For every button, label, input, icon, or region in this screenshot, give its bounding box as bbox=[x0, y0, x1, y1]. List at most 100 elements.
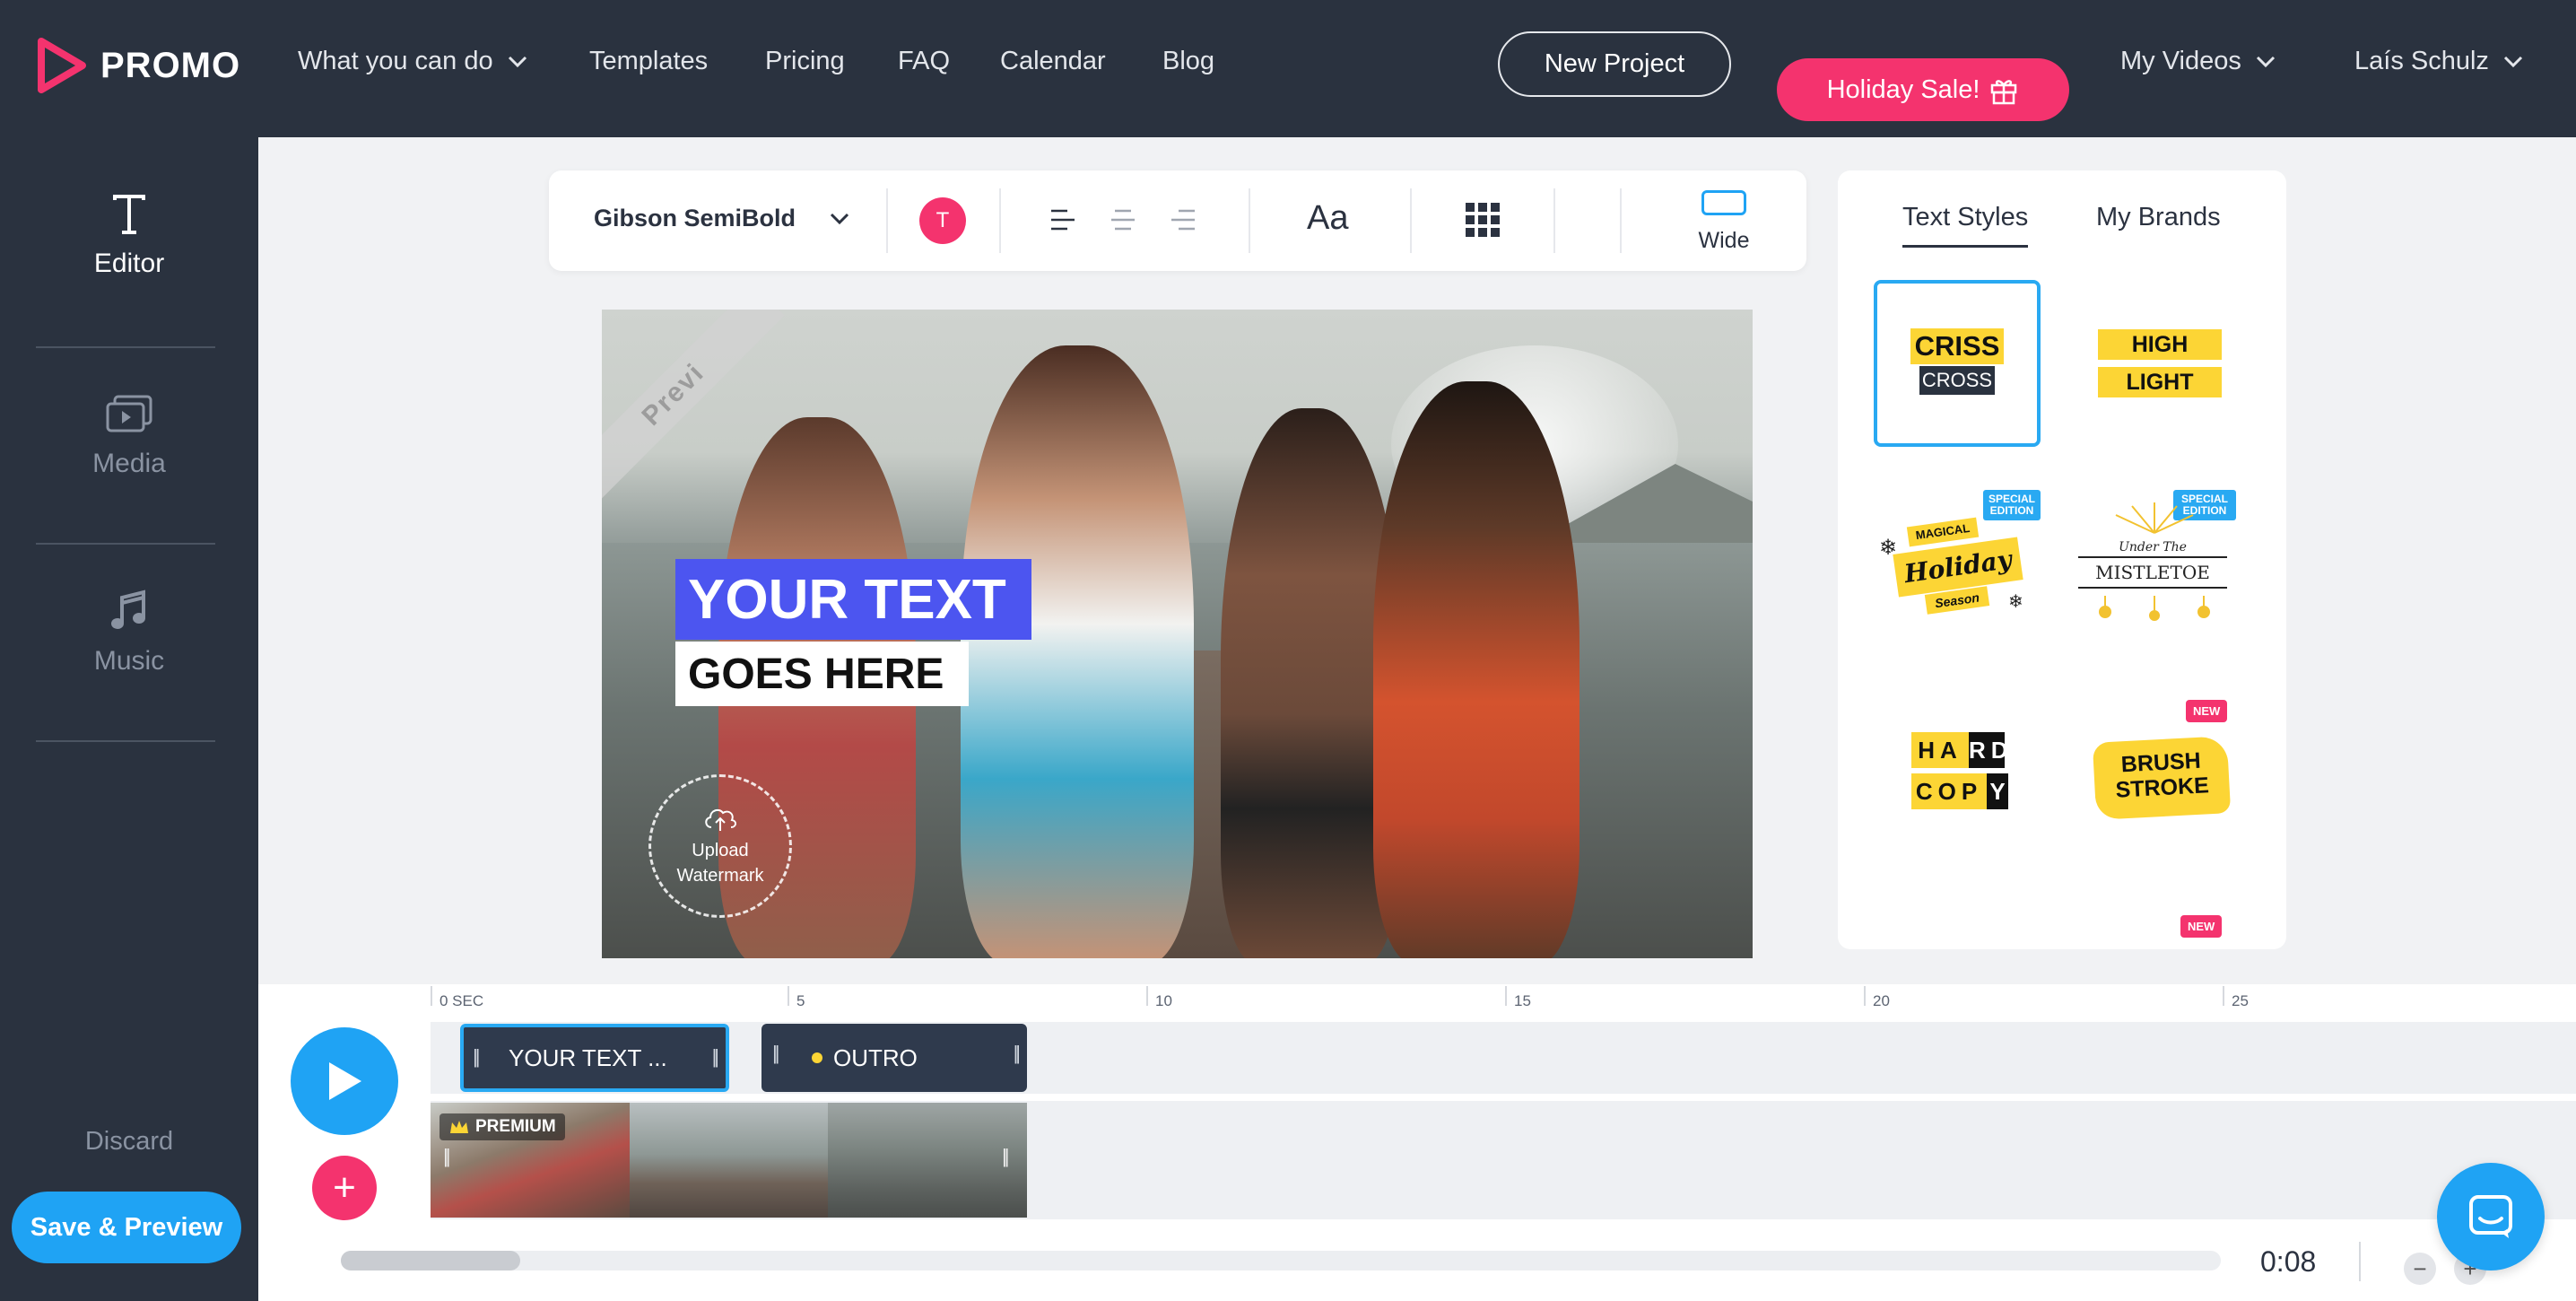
my-videos-menu[interactable]: My Videos bbox=[2120, 47, 2276, 76]
new-project-button[interactable]: New Project bbox=[1498, 31, 1731, 97]
font-name: Gibson SemiBold bbox=[594, 205, 796, 231]
toolbar-divider bbox=[1553, 188, 1555, 253]
tab-text-styles[interactable]: Text Styles bbox=[1902, 203, 2029, 248]
style-line-2: LIGHT bbox=[2098, 367, 2222, 397]
aspect-ratio-button[interactable]: Wide bbox=[1679, 190, 1769, 254]
discard-button[interactable]: Discard bbox=[0, 1127, 258, 1157]
ruler-label: 20 bbox=[1873, 992, 1890, 1009]
zoom-out-button[interactable]: − bbox=[2404, 1253, 2436, 1285]
current-time: 0:08 bbox=[2260, 1245, 2317, 1278]
drag-handle-icon[interactable]: || bbox=[1002, 1145, 1010, 1168]
nav-pricing[interactable]: Pricing bbox=[765, 47, 845, 76]
upload-watermark-button[interactable]: Upload Watermark bbox=[648, 774, 792, 918]
tab-my-brands[interactable]: My Brands bbox=[2096, 203, 2221, 232]
gift-icon bbox=[1991, 80, 2017, 105]
ornaments-icon bbox=[2099, 596, 2210, 621]
chat-support-button[interactable] bbox=[2437, 1163, 2545, 1270]
premium-badge: PREMIUM bbox=[439, 1113, 565, 1140]
person bbox=[961, 345, 1194, 958]
special-edition-badge: SPECIAL EDITION bbox=[1983, 490, 2041, 520]
font-size-button[interactable]: Aa bbox=[1307, 199, 1348, 238]
chevron-down-icon bbox=[2503, 56, 2522, 67]
style-criss-cross[interactable]: CRISS CROSS bbox=[1874, 280, 2041, 447]
crown-icon bbox=[450, 1121, 468, 1133]
scrollbar-thumb[interactable] bbox=[341, 1251, 520, 1270]
style-mistletoe[interactable]: SPECIAL EDITION Under The MISTLETOE bbox=[2069, 490, 2236, 657]
drag-handle-icon[interactable]: || bbox=[1014, 1042, 1022, 1065]
font-selector[interactable]: Gibson SemiBold bbox=[594, 205, 849, 232]
nav-label: Blog bbox=[1162, 47, 1215, 75]
sidebar-divider bbox=[36, 543, 215, 545]
style-holiday-season[interactable]: SPECIAL EDITION MAGICAL Holiday Season ❄… bbox=[1874, 490, 2041, 657]
nav-faq[interactable]: FAQ bbox=[898, 47, 950, 76]
nav-label: Calendar bbox=[1000, 47, 1106, 75]
ruler-label: 15 bbox=[1514, 992, 1531, 1009]
chat-icon bbox=[2469, 1195, 2512, 1238]
video-preview[interactable]: Previ YOUR TEXT GOES HERE Upload Waterma… bbox=[602, 310, 1753, 958]
drag-handle-icon[interactable]: || bbox=[712, 1045, 720, 1069]
outro-dot bbox=[812, 1052, 822, 1063]
brand-name: PROMO bbox=[100, 45, 241, 85]
nav-label: FAQ bbox=[898, 47, 951, 75]
top-navigation: PROMO What you can do Templates Pricing … bbox=[0, 0, 2576, 137]
nav-calendar[interactable]: Calendar bbox=[1000, 47, 1106, 76]
chevron-down-icon bbox=[508, 56, 527, 67]
holiday-sale-button[interactable]: Holiday Sale! bbox=[1777, 58, 2069, 121]
drag-handle-icon[interactable]: || bbox=[443, 1145, 451, 1168]
media-icon bbox=[106, 395, 152, 432]
sidebar-item-editor[interactable]: Editor bbox=[0, 193, 258, 279]
style-line-1: HIGH bbox=[2098, 329, 2222, 360]
style-hard-copy[interactable]: HA RD COP Y bbox=[1874, 700, 2041, 867]
grid-layout-icon[interactable] bbox=[1464, 201, 1501, 239]
promo-logo[interactable]: PROMO bbox=[36, 38, 240, 93]
align-center-icon[interactable] bbox=[1110, 208, 1136, 231]
chevron-down-icon bbox=[830, 213, 849, 224]
sidebar-item-music[interactable]: Music bbox=[0, 589, 258, 677]
outro-clip[interactable]: || OUTRO || bbox=[761, 1024, 1027, 1092]
aspect-ratio-label: Wide bbox=[1698, 228, 1750, 253]
toolbar-divider bbox=[1410, 188, 1412, 253]
play-button[interactable] bbox=[291, 1027, 398, 1135]
ruler-tick bbox=[1864, 986, 1866, 1006]
logo-icon bbox=[38, 38, 86, 93]
nav-what-you-can-do[interactable]: What you can do bbox=[298, 47, 527, 76]
text-clip[interactable]: || YOUR TEXT ... || bbox=[460, 1024, 729, 1092]
sidebar-item-label: Music bbox=[93, 646, 165, 676]
align-left-icon[interactable] bbox=[1049, 208, 1076, 231]
save-preview-button[interactable]: Save & Preview bbox=[12, 1192, 241, 1263]
ruler-tick bbox=[1146, 986, 1148, 1006]
style-brush-stroke[interactable]: NEW BRUSH STROKE bbox=[2069, 700, 2236, 867]
sale-label: Holiday Sale! bbox=[1826, 74, 1980, 104]
ruler-tick bbox=[788, 986, 789, 1006]
brush-stroke-text: BRUSH STROKE bbox=[2093, 747, 2231, 804]
headline-text-line-1[interactable]: YOUR TEXT bbox=[675, 559, 1031, 640]
premium-label: PREMIUM bbox=[475, 1117, 556, 1136]
timeline-scrollbar[interactable] bbox=[341, 1251, 2221, 1270]
add-track-button[interactable]: + bbox=[312, 1156, 377, 1220]
nav-templates[interactable]: Templates bbox=[589, 47, 708, 76]
headline-text-line-2[interactable]: GOES HERE bbox=[675, 642, 970, 706]
chevron-down-icon bbox=[2256, 56, 2275, 67]
style-line-1: Under The bbox=[2119, 540, 2187, 554]
text-color-picker[interactable]: T bbox=[919, 197, 966, 244]
sidebar-item-media[interactable]: Media bbox=[0, 393, 258, 479]
sidebar-item-label: Media bbox=[92, 449, 166, 478]
new-badge: NEW bbox=[2180, 915, 2223, 938]
snowflake-icon: ❄ bbox=[1879, 536, 1898, 560]
ruler-label: 10 bbox=[1155, 992, 1172, 1009]
toolbar-divider bbox=[1249, 188, 1250, 253]
drag-handle-icon[interactable]: || bbox=[473, 1045, 481, 1069]
ruler-tick bbox=[1505, 986, 1507, 1006]
user-menu[interactable]: Laís Schulz bbox=[2354, 47, 2523, 76]
style-line-2: CROSS bbox=[1919, 366, 1995, 395]
sidebar-divider bbox=[36, 346, 215, 348]
person bbox=[1373, 381, 1580, 958]
ruler-label: 25 bbox=[2232, 992, 2249, 1009]
nav-blog[interactable]: Blog bbox=[1162, 47, 1214, 76]
style-highlight[interactable]: HIGH LIGHT bbox=[2069, 280, 2236, 447]
style-line-1: MAGICAL bbox=[1906, 517, 1980, 547]
toolbar-divider bbox=[1620, 188, 1622, 253]
drag-handle-icon[interactable]: || bbox=[772, 1042, 780, 1065]
nav-label: My Videos bbox=[2120, 47, 2241, 75]
align-right-icon[interactable] bbox=[1170, 208, 1197, 231]
